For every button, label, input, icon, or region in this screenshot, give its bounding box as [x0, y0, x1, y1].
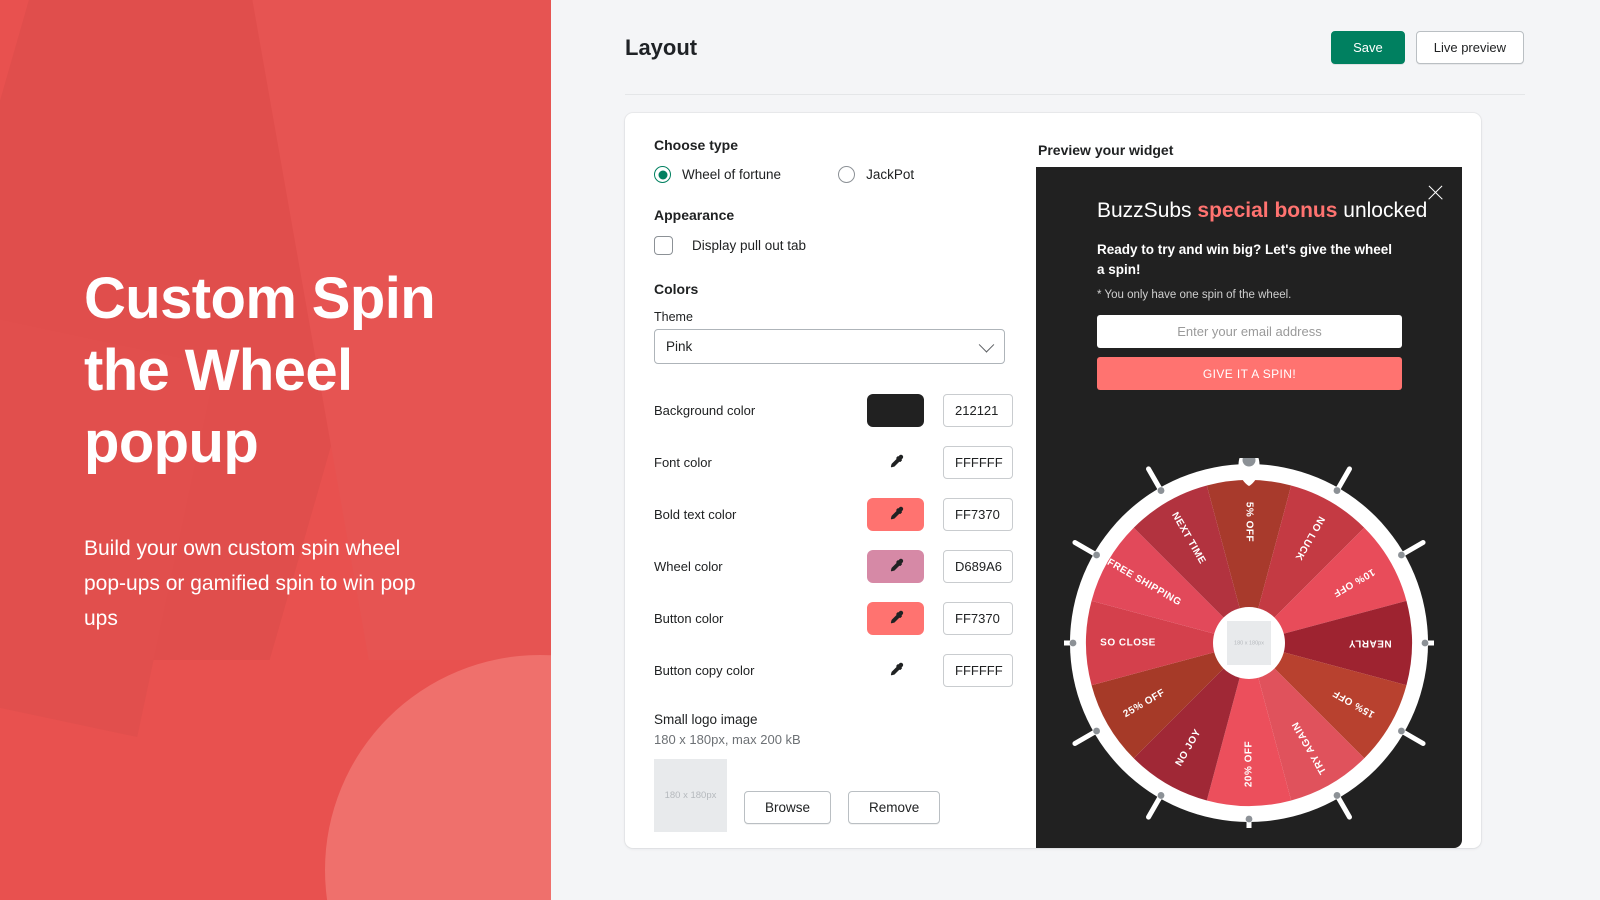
preview-pane: Preview your widget BuzzSubs special bon… [1031, 113, 1481, 848]
color-row-label: Background color [654, 402, 756, 418]
radio-wheel-of-fortune[interactable]: Wheel of fortune [654, 166, 781, 183]
hex-value-input[interactable]: FF7370 [943, 601, 1013, 635]
colors-heading: Colors [654, 281, 699, 297]
topbar-actions: Save Live preview [1331, 31, 1524, 64]
give-it-a-spin-button[interactable]: GIVE IT A SPIN! [1097, 357, 1402, 391]
wheel-segment-label: NEARLY [1348, 637, 1391, 648]
type-radio-group: Wheel of fortune JackPot [654, 166, 1031, 183]
logo-thumbnail: 180 x 180px [654, 759, 727, 832]
color-row-label: Bold text color [654, 506, 737, 522]
logo-title: Small logo image [654, 712, 758, 727]
hero-title: Custom Spin the Wheel popup [84, 266, 436, 476]
main-area: Layout Save Live preview Choose type Whe… [551, 0, 1600, 900]
radio-jackpot[interactable]: JackPot [838, 166, 914, 183]
widget-heading: BuzzSubs special bonus unlocked [1097, 197, 1432, 224]
live-preview-button[interactable]: Live preview [1415, 31, 1524, 64]
email-field[interactable]: Enter your email address [1097, 315, 1402, 349]
theme-select[interactable]: Pink [654, 329, 1005, 364]
color-row: Button color FF7370 [654, 598, 1031, 638]
appearance-heading: Appearance [654, 207, 735, 223]
color-row-label: Wheel color [654, 558, 723, 574]
widget-heading-prefix: BuzzSubs [1097, 199, 1198, 222]
widget-subheading: Ready to try and win big? Let's give the… [1097, 242, 1393, 277]
hex-value-input[interactable]: FFFFFF [943, 445, 1013, 479]
color-swatch[interactable] [867, 549, 924, 583]
wheel-segment-label: SO CLOSE [1100, 638, 1156, 649]
color-row-label: Button copy color [654, 662, 755, 678]
widget-heading-accent: special bonus [1197, 199, 1338, 222]
color-swatch[interactable] [867, 393, 924, 427]
save-button[interactable]: Save [1331, 31, 1405, 64]
color-row: Bold text color FF7370 [654, 494, 1031, 534]
hero-panel: Custom Spin the Wheel popup Build your o… [0, 0, 551, 900]
theme-label: Theme [654, 310, 693, 324]
wheel-segment-label: 20% OFF [1244, 741, 1255, 787]
color-row: Button copy color FFFFFF [654, 650, 1031, 690]
checkbox-icon[interactable] [654, 236, 673, 255]
hero-subtitle: Build your own custom spin wheel pop-ups… [84, 536, 416, 631]
preview-heading: Preview your widget [1038, 142, 1174, 158]
layout-card: Choose type Wheel of fortune JackPot App… [625, 113, 1481, 848]
hero-content: Custom Spin the Wheel popup Build your o… [84, 0, 504, 900]
widget-heading-suffix: unlocked [1337, 199, 1428, 222]
color-row: Wheel color D689A6 [654, 546, 1031, 586]
theme-selected-value: Pink [666, 339, 693, 354]
display-pull-out-tab-row[interactable]: Display pull out tab [654, 236, 1031, 255]
settings-pane: Choose type Wheel of fortune JackPot App… [625, 113, 1031, 848]
hex-value-input[interactable]: D689A6 [943, 549, 1013, 583]
display-pull-out-tab-label: Display pull out tab [692, 238, 807, 253]
logo-hint: 180 x 180px, max 200 kB [654, 732, 801, 747]
widget-note: * You only have one spin of the wheel. [1097, 289, 1292, 302]
radio-wheel-of-fortune-label: Wheel of fortune [682, 167, 782, 182]
color-rows: Background color 212121 Font color FFFFFF Bo… [654, 390, 1031, 690]
color-swatch[interactable] [867, 497, 924, 531]
color-row-label: Font color [654, 454, 712, 470]
remove-button[interactable]: Remove [848, 791, 941, 824]
chevron-down-icon [978, 336, 995, 353]
choose-type-heading: Choose type [654, 137, 739, 153]
top-bar: Layout Save Live preview [551, 0, 1600, 95]
page-title: Layout [625, 34, 698, 60]
fortune-wheel[interactable]: 5% OFF NO LUCK 10% OFF NEARLY 15% OFF TRY AGA… [1064, 458, 1434, 828]
wheel-segment-label: 5% OFF [1243, 502, 1254, 542]
logo-upload-block: Small logo image 180 x 180px, max 200 kB… [654, 712, 1031, 832]
radio-jackpot-label: JackPot [866, 167, 915, 182]
hex-value-input[interactable]: FF7370 [943, 497, 1013, 531]
logo-row: 180 x 180px Browse Remove [654, 759, 1031, 832]
hex-value-input[interactable]: FFFFFF [943, 653, 1013, 687]
hex-value-input[interactable]: 212121 [943, 393, 1013, 427]
radio-mark-icon [838, 166, 856, 183]
widget-body: BuzzSubs special bonus unlocked Ready to… [1036, 167, 1462, 391]
color-swatch[interactable] [867, 446, 924, 479]
color-swatch[interactable] [867, 654, 924, 687]
radio-mark-icon [654, 166, 671, 183]
color-swatch[interactable] [867, 601, 924, 635]
topbar-divider [625, 94, 1525, 95]
color-row: Font color FFFFFF [654, 442, 1031, 482]
close-icon[interactable] [1426, 183, 1445, 202]
wheel-hub-logo: 180 x 180px [1234, 640, 1264, 646]
browse-button[interactable]: Browse [744, 791, 832, 824]
widget-preview: BuzzSubs special bonus unlocked Ready to… [1036, 167, 1462, 848]
color-row-label: Button color [654, 610, 724, 626]
color-row: Background color 212121 [654, 390, 1031, 430]
